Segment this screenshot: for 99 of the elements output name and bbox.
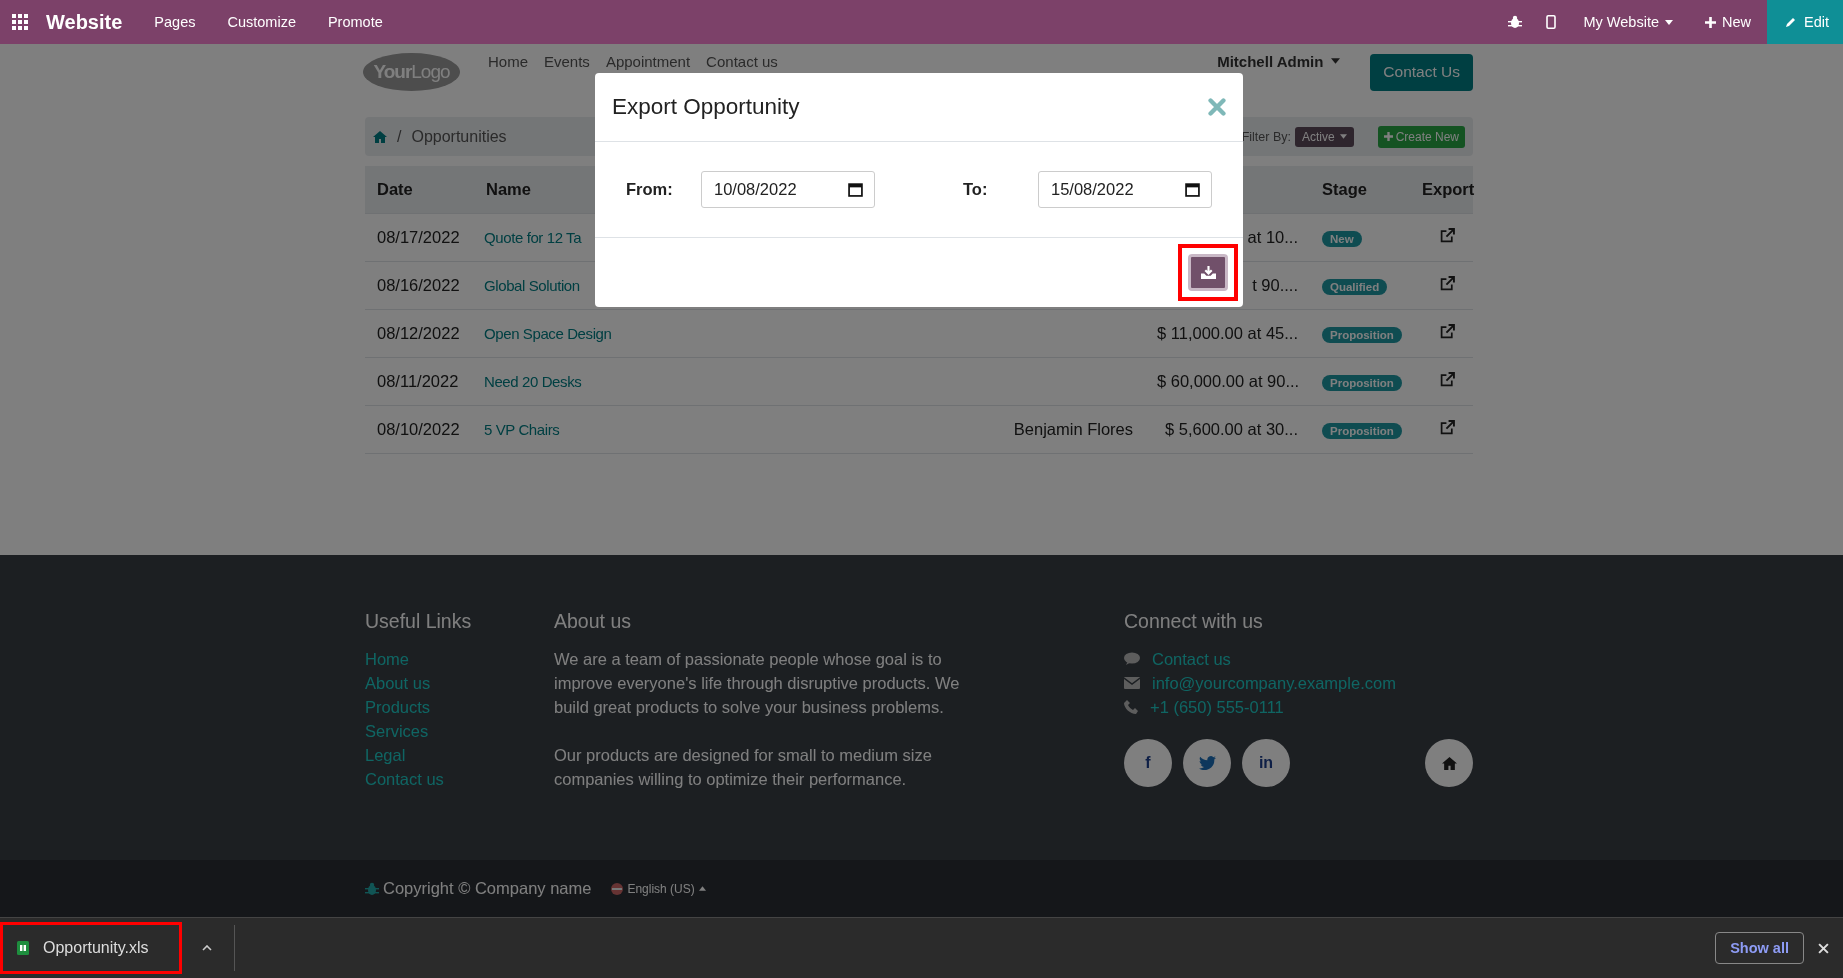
caret-icon bbox=[1331, 58, 1341, 64]
filter-dropdown[interactable]: Active bbox=[1294, 126, 1354, 147]
about-paragraph: Our products are designed for small to medium size companies willing to optimize their performance. bbox=[554, 745, 933, 790]
contact-link[interactable]: info@yourcompany.example.com bbox=[1152, 671, 1396, 695]
date-cell: 08/17/2022 bbox=[377, 228, 460, 246]
column-header: Name bbox=[486, 180, 531, 198]
footer-link[interactable]: Contact us bbox=[365, 767, 444, 791]
breadcrumb-current: Opportunities bbox=[411, 127, 507, 146]
amount-cell: $ 60,000.00 at 90... bbox=[1157, 372, 1300, 390]
home-icon[interactable] bbox=[373, 130, 387, 143]
opportunity-link[interactable]: Need 20 Desks bbox=[484, 373, 582, 390]
footer-link[interactable]: About us bbox=[365, 671, 431, 695]
caret-icon bbox=[1339, 134, 1347, 139]
caret-icon bbox=[1665, 19, 1673, 25]
facebook-button[interactable]: f bbox=[1124, 739, 1172, 787]
menu-item[interactable]: Customize bbox=[211, 14, 312, 30]
calendar-icon[interactable] bbox=[1185, 182, 1200, 197]
download-icon bbox=[1200, 266, 1216, 279]
mobile-icon[interactable] bbox=[1545, 15, 1556, 29]
home-icon bbox=[1441, 756, 1457, 770]
amount-cell: t 90.... bbox=[1252, 276, 1298, 294]
to-label: To: bbox=[963, 180, 989, 199]
date-cell: 08/11/2022 bbox=[377, 372, 459, 390]
opportunity-link[interactable]: Global Solution bbox=[484, 277, 580, 294]
new-button[interactable]: New bbox=[1689, 14, 1767, 30]
menu-item[interactable]: Promote bbox=[311, 14, 399, 30]
nav-link[interactable]: Appointment bbox=[605, 52, 691, 70]
opportunity-link[interactable]: Open Space Design bbox=[484, 325, 612, 342]
external-link-icon[interactable] bbox=[1440, 420, 1455, 435]
home-button[interactable] bbox=[1425, 739, 1473, 787]
column-header: Stage bbox=[1322, 180, 1367, 198]
bug-icon[interactable] bbox=[1507, 15, 1522, 29]
create-new-button[interactable]: Create New bbox=[1377, 125, 1465, 148]
date-cell: 08/16/2022 bbox=[377, 276, 460, 294]
external-link-icon[interactable] bbox=[1440, 228, 1455, 243]
footer-link[interactable]: Services bbox=[365, 719, 429, 743]
amount-cell: $ 5,600.00 at 30... bbox=[1164, 420, 1298, 438]
plus-icon bbox=[1383, 132, 1393, 141]
about-paragraph: We are a team of passionate people whose goal is to improve everyone's life through disruptive products. We build great products to solve your business problems. bbox=[554, 649, 961, 718]
envelope-icon bbox=[1124, 677, 1140, 689]
pencil-icon bbox=[1785, 16, 1797, 28]
chevron-up-icon[interactable] bbox=[202, 945, 212, 951]
contact-us-button[interactable]: Contact Us bbox=[1370, 53, 1473, 91]
stage-badge: Proposition bbox=[1322, 375, 1402, 391]
caret-icon bbox=[698, 886, 706, 891]
stage-badge: Proposition bbox=[1322, 327, 1402, 343]
menu-item[interactable]: Pages bbox=[138, 14, 212, 30]
column-header: Export bbox=[1422, 180, 1475, 198]
contact-link[interactable]: Contact us bbox=[1152, 647, 1231, 671]
site-dropdown[interactable]: My Website bbox=[1567, 14, 1689, 30]
show-all-button[interactable]: Show all bbox=[1715, 932, 1804, 964]
date-cell: 08/10/2022 bbox=[377, 420, 460, 438]
nav-link[interactable]: Contact us bbox=[706, 52, 778, 70]
language-selector[interactable]: English (US) bbox=[611, 881, 706, 896]
copyright-text: Copyright © Company name bbox=[383, 879, 592, 898]
amount-cell: at 10... bbox=[1247, 228, 1298, 246]
app-title: Website bbox=[46, 10, 123, 34]
stage-badge: Proposition bbox=[1322, 423, 1402, 439]
chat-icon bbox=[1124, 652, 1140, 666]
external-link-icon[interactable] bbox=[1440, 324, 1455, 339]
breadcrumb-separator: / bbox=[397, 127, 402, 146]
opportunity-link[interactable]: 5 VP Chairs bbox=[484, 421, 560, 438]
edit-button[interactable]: Edit bbox=[1767, 0, 1843, 44]
nav-link[interactable]: Events bbox=[544, 52, 590, 70]
close-icon[interactable] bbox=[1818, 942, 1829, 954]
footer-heading: About us bbox=[554, 610, 632, 633]
opportunity-link[interactable]: Quote for 12 Ta bbox=[484, 229, 582, 246]
date-cell: 08/12/2022 bbox=[377, 324, 460, 342]
calendar-icon[interactable] bbox=[848, 182, 863, 197]
date-field[interactable]: 15/08/2022 bbox=[1038, 171, 1212, 208]
bug-icon bbox=[365, 881, 379, 896]
download-item[interactable]: Opportunity.xls bbox=[0, 922, 182, 974]
date-field[interactable]: 10/08/2022 bbox=[701, 171, 875, 208]
external-link-icon[interactable] bbox=[1440, 372, 1455, 387]
nav-link[interactable]: Home bbox=[488, 52, 528, 70]
stage-badge: New bbox=[1322, 231, 1362, 247]
footer-heading: Connect with us bbox=[1124, 610, 1264, 633]
footer-link[interactable]: Home bbox=[365, 647, 409, 671]
amount-cell: $ 11,000.00 at 45... bbox=[1157, 324, 1298, 342]
from-label: From: bbox=[626, 180, 674, 199]
footer-link[interactable]: Legal bbox=[365, 743, 406, 767]
filter-label: Filter By: bbox=[1241, 129, 1291, 144]
twitter-button[interactable] bbox=[1183, 739, 1231, 787]
download-button[interactable] bbox=[1188, 254, 1228, 291]
plus-icon bbox=[1705, 16, 1716, 28]
dialog-title: Export Opportunity bbox=[612, 94, 800, 120]
stage-badge: Qualified bbox=[1322, 279, 1388, 295]
linkedin-button[interactable]: in bbox=[1242, 739, 1290, 787]
user-menu[interactable]: Mitchell Admin bbox=[1217, 52, 1341, 70]
footer-heading: Useful Links bbox=[365, 610, 472, 633]
phone-icon bbox=[1124, 700, 1138, 714]
contact-link[interactable]: +1 (650) 555-0111 bbox=[1150, 695, 1284, 719]
bird-icon bbox=[1198, 756, 1216, 770]
table-cell: Benjamin Flores bbox=[1013, 420, 1133, 438]
column-header: Date bbox=[377, 180, 413, 198]
footer-link[interactable]: Products bbox=[365, 695, 431, 719]
apps-grid-icon[interactable] bbox=[12, 14, 28, 30]
external-link-icon[interactable] bbox=[1440, 276, 1455, 291]
spreadsheet-file-icon bbox=[17, 941, 29, 955]
